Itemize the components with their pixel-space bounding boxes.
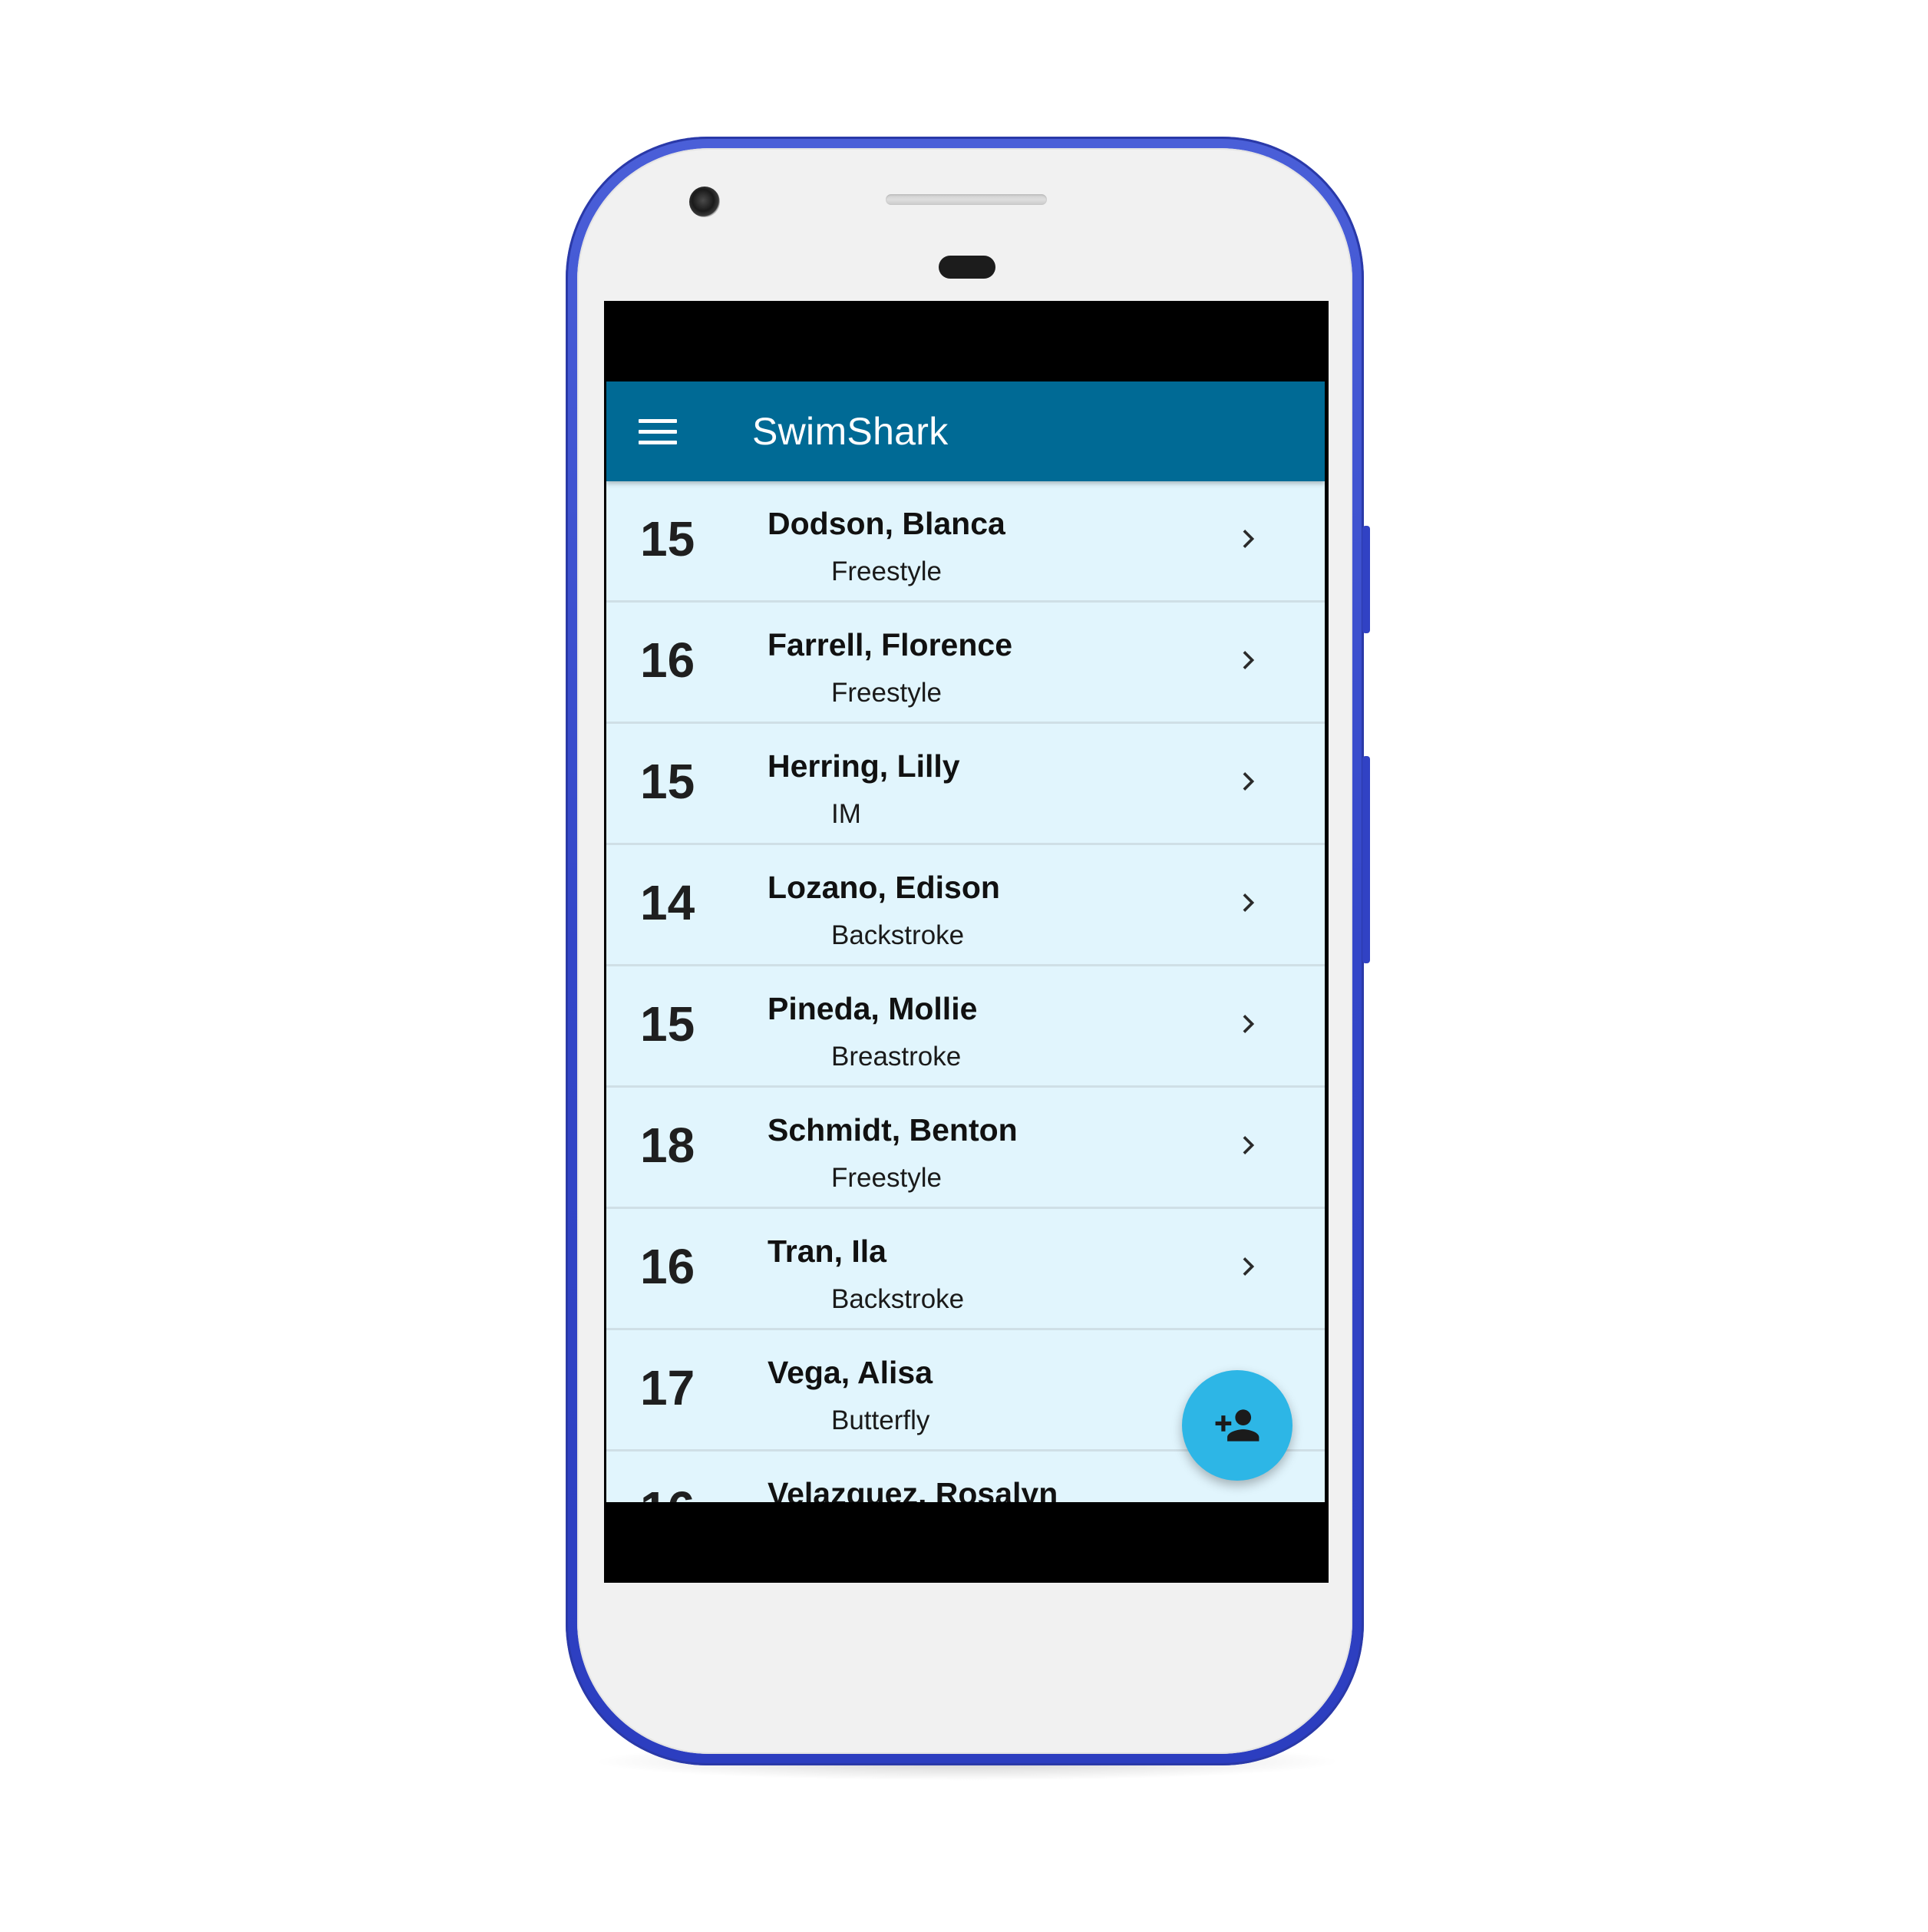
swimmer-name: Vega, Alisa [768, 1355, 933, 1390]
chevron-right-icon [1243, 651, 1255, 669]
list-item[interactable]: 15 Dodson, Blanca Freestyle [606, 481, 1325, 603]
power-button [1362, 526, 1370, 633]
list-item[interactable]: 16 Tran, Ila Backstroke [606, 1209, 1325, 1330]
swimmer-list: 15 Dodson, Blanca Freestyle 16 Farrell, … [606, 481, 1325, 1502]
swimmer-age: 16 [640, 632, 695, 688]
swimmer-event: Freestyle [831, 1163, 942, 1193]
swimmer-age: 17 [640, 1360, 695, 1415]
app-title: SwimShark [752, 410, 949, 453]
swimmer-age: 16 [640, 1239, 695, 1294]
menu-icon-line [639, 418, 677, 423]
app-bar: SwimShark [606, 381, 1325, 481]
swimmer-name: Tran, Ila [768, 1234, 886, 1269]
swimmer-name: Farrell, Florence [768, 627, 1013, 662]
status-bar [604, 301, 1329, 381]
swimmer-name: Lozano, Edison [768, 870, 1000, 905]
swimmer-age: 15 [640, 754, 695, 809]
speaker-grille [886, 194, 1047, 205]
list-item[interactable]: 15 Herring, Lilly IM [606, 724, 1325, 845]
swimmer-age: 14 [640, 875, 695, 930]
chevron-right-icon [1243, 1136, 1255, 1154]
swimmer-age: 18 [640, 1118, 695, 1173]
swimmer-age: 15 [640, 996, 695, 1052]
list-item[interactable]: 18 Schmidt, Benton Freestyle [606, 1088, 1325, 1209]
menu-icon[interactable] [639, 408, 685, 454]
swimmer-name: Schmidt, Benton [768, 1112, 1018, 1148]
add-swimmer-button[interactable] [1182, 1370, 1292, 1481]
menu-icon-line [639, 429, 677, 434]
swimmer-event: Butterfly [831, 1405, 930, 1435]
chevron-right-icon [1243, 893, 1255, 912]
swimmer-name: Herring, Lilly [768, 748, 960, 784]
swimmer-event: Freestyle [831, 678, 942, 708]
swimmer-event: Backstroke [831, 1284, 965, 1314]
chevron-right-icon [1243, 530, 1255, 548]
person-add-icon [1215, 1409, 1259, 1442]
earpiece [939, 256, 995, 279]
swimmer-event: Freestyle [831, 556, 942, 586]
front-camera [689, 187, 720, 217]
list-item[interactable]: 14 Lozano, Edison Backstroke [606, 845, 1325, 966]
menu-icon-line [639, 440, 677, 444]
swimmer-age: 15 [640, 511, 695, 566]
swimmer-event: Breastroke [831, 1042, 962, 1072]
list-item[interactable]: 16 Farrell, Florence Freestyle [606, 603, 1325, 724]
chevron-right-icon [1243, 1015, 1255, 1033]
swimmer-age: 16 [640, 1481, 695, 1502]
swimmer-name: Pineda, Mollie [768, 991, 978, 1026]
navigation-bar [604, 1502, 1329, 1583]
list-item[interactable]: 15 Pineda, Mollie Breastroke [606, 966, 1325, 1088]
chevron-right-icon [1243, 1257, 1255, 1276]
swimmer-event: IM [831, 799, 861, 829]
chevron-right-icon [1243, 772, 1255, 791]
swimmer-name: Dodson, Blanca [768, 506, 1005, 541]
volume-button [1362, 756, 1370, 963]
swimmer-name: Velazquez, Rosalyn [768, 1476, 1058, 1502]
swimmer-event: Backstroke [831, 920, 965, 950]
